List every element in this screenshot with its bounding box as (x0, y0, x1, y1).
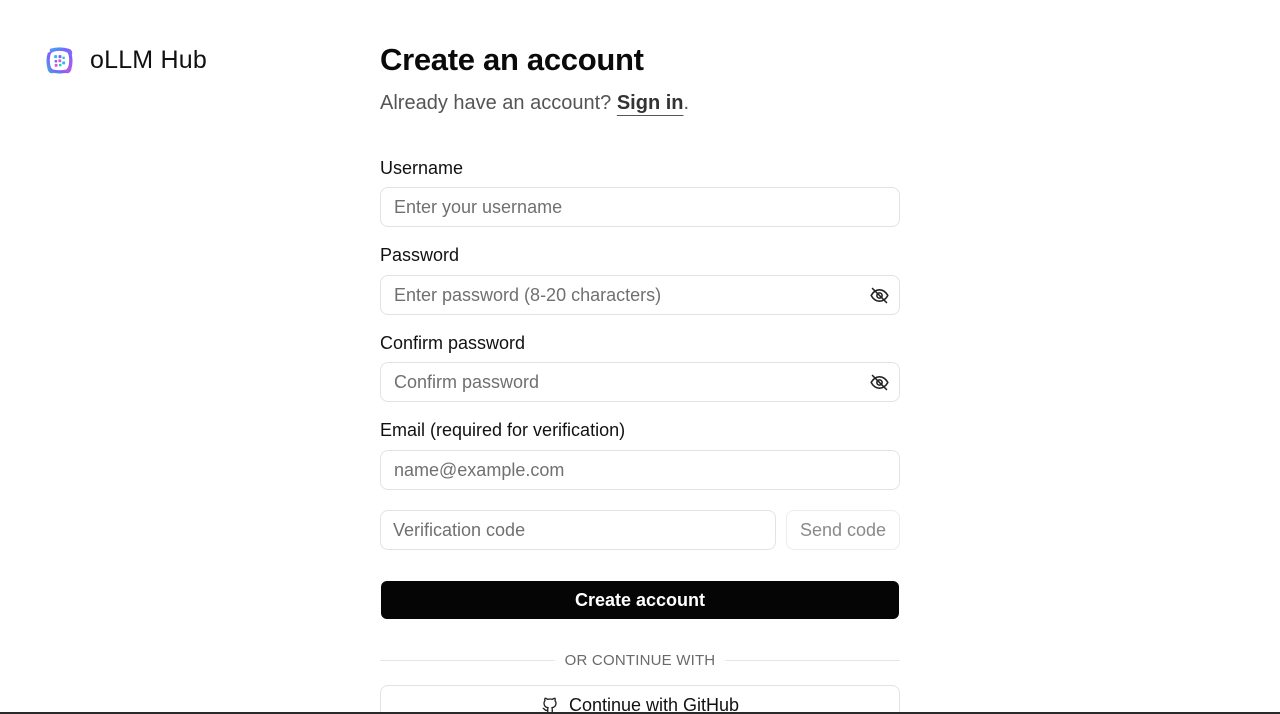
password-label: Password (380, 245, 460, 265)
divider: OR CONTINUE WITH (380, 650, 901, 670)
eye-off-icon[interactable] (869, 372, 890, 393)
signin-prompt-period: . (683, 92, 690, 114)
divider-line-left (380, 659, 555, 661)
email-field-wrap (380, 450, 900, 490)
divider-text: OR CONTINUE WITH (564, 651, 716, 669)
username-field-wrap (380, 187, 900, 227)
signin-link[interactable]: Sign in (617, 92, 684, 114)
divider-line-right (725, 659, 901, 661)
confirm-password-input[interactable] (381, 363, 854, 401)
create-account-button[interactable]: Create account (381, 581, 899, 619)
verification-code-field-wrap (380, 510, 776, 550)
confirm-password-label: Confirm password (380, 333, 526, 353)
email-label: Email (required for verification) (380, 420, 626, 440)
send-code-button[interactable]: Send code (786, 510, 900, 550)
signup-page: oLLM Hub Create an account Already have … (0, 0, 1280, 714)
username-label: Username (380, 158, 464, 178)
eye-off-icon[interactable] (869, 285, 890, 306)
brand-name: oLLM Hub (90, 46, 207, 74)
signin-prompt-text: Already have an account? (380, 92, 617, 114)
page-title: Create an account (380, 42, 644, 77)
password-input[interactable] (381, 276, 854, 314)
confirm-password-field-wrap (380, 362, 900, 402)
signin-prompt: Already have an account? Sign in. (380, 92, 689, 115)
ollm-hub-logo-icon (46, 47, 73, 74)
password-field-wrap (380, 275, 900, 315)
brand[interactable]: oLLM Hub (44, 45, 207, 76)
username-input[interactable] (381, 188, 854, 226)
verification-code-input[interactable] (381, 511, 763, 549)
email-input[interactable] (381, 451, 854, 489)
github-login-button[interactable]: Continue with GitHub (380, 685, 900, 714)
